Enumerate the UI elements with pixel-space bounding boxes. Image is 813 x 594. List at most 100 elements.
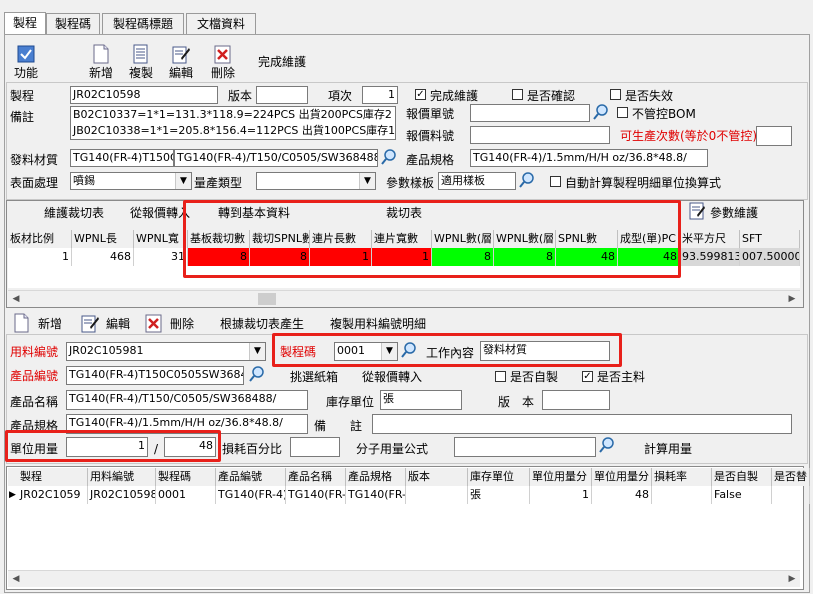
material-new-button[interactable]: 新增 [38,316,62,332]
param-template-field[interactable]: 適用樣板 [438,172,516,190]
param-template-search-icon[interactable] [518,171,536,189]
product-no-field[interactable]: TG140(FR-4)T150C0505SW368488 [66,366,244,385]
stock-unit-field[interactable]: 張 [380,390,462,410]
material-delete-button[interactable]: 刪除 [170,316,194,332]
tab-process-code[interactable]: 製程碼 [46,13,100,35]
material-grid-column-header-0[interactable]: 製程 [18,468,88,486]
scroll-right-icon[interactable]: ▶ [784,291,800,307]
cutting-grid-cell-0[interactable]: 1 [8,248,72,266]
function-button[interactable]: 功能 [10,44,42,81]
tab-process[interactable]: 製程 [4,12,46,36]
material-grid-column-header-12[interactable]: 是否替 [772,468,810,486]
cutting-grid-column-header-0[interactable]: 板材比例 [8,230,72,248]
quote-search-icon[interactable] [592,103,610,121]
cutting-grid-cell-12[interactable]: 007.500000 [740,248,800,266]
product-spec-field[interactable]: TG140(FR-4)/1.5mm/H/H oz/36.8*48.8/ [470,149,708,167]
material-grid-cell-2[interactable]: 0001 [156,486,216,504]
cutting-grid-hscrollbar[interactable]: ◀ ▶ [8,290,800,307]
material-grid-row[interactable]: JR02C1059JR02C105980001TG140(FR-4)1TG140… [8,486,810,504]
cutting-grid-cell-2[interactable]: 31 [134,248,188,266]
product-search-icon[interactable] [248,365,266,383]
material-code-field[interactable]: TG140(FR-4)T150C0 [70,149,174,167]
confirmed-checkbox[interactable] [512,89,523,100]
no-bom-checkbox[interactable] [617,107,628,118]
material-grid-cell-7[interactable]: 張 [468,486,530,504]
material-grid-column-header-5[interactable]: 產品規格 [346,468,406,486]
remark-field[interactable] [372,414,792,434]
quote-item-field[interactable] [470,126,610,144]
material-grid-column-header-2[interactable]: 製程碼 [156,468,216,486]
product-name-field[interactable]: TG140(FR-4)/T150/C0505/SW368488/ [66,390,308,410]
material-from-quote-button[interactable]: 從報價轉入 [362,369,422,385]
process-field[interactable]: JR02C10598 [70,86,218,104]
material-grid-cell-10[interactable] [652,486,712,504]
main-material-checkbox[interactable]: ✓ [582,371,593,382]
item-field[interactable]: 1 [362,86,398,104]
material-no-select[interactable]: JR02C105981 ▼ [66,342,266,361]
material-grid-cell-5[interactable]: TG140(FR-4 [346,486,406,504]
production-times-field[interactable] [756,126,792,146]
material-edit-button[interactable]: 編輯 [106,316,130,332]
material-name-field[interactable]: TG140(FR-4)/T150/C0505/SW368488/ [174,149,378,167]
cutting-grid-column-header-11[interactable]: 米平方尺 [680,230,740,248]
scroll-left-icon[interactable]: ◀ [8,571,24,587]
maintain-cut-table-button[interactable]: 維護裁切表 [44,205,104,221]
material-grid-cell-1[interactable]: JR02C10598 [88,486,156,504]
copy-material-detail-button[interactable]: 複製用料編號明細 [330,316,426,332]
complete-maintenance-button[interactable]: 完成維護 [258,54,306,70]
material-grid-column-header-10[interactable]: 損耗率 [652,468,712,486]
cutting-grid-column-header-12[interactable]: SFT [740,230,800,248]
delete-button[interactable]: 刪除 [208,44,238,81]
material-grid-column-header-3[interactable]: 產品編號 [216,468,286,486]
material-grid-cell-9[interactable]: 48 [592,486,652,504]
quantity-type-select[interactable]: ▼ [256,172,376,190]
material-grid-column-header-8[interactable]: 單位用量分 [530,468,592,486]
material-grid-cell-0[interactable]: JR02C1059 [18,486,88,504]
material-grid-cell-4[interactable]: TG140(FR-4 [286,486,346,504]
formula-search-icon[interactable] [598,436,616,454]
cutting-grid-column-header-2[interactable]: WPNL寬 [134,230,188,248]
surface-treatment-select[interactable]: 噴錫 ▼ [70,172,192,190]
self-made-checkbox[interactable] [495,371,506,382]
new-button[interactable]: 新增 [86,44,116,81]
tab-process-code-title[interactable]: 製程碼標題 [102,13,184,35]
param-maint-button[interactable]: 參數維護 [710,205,758,221]
pick-carton-button[interactable]: 挑選紙箱 [290,369,338,385]
complete-maint-checkbox[interactable]: ✓ [415,89,426,100]
remark-label: 備 註 [314,419,363,433]
material-grid-cell-8[interactable]: 1 [530,486,592,504]
material-grid-cell-11[interactable]: False [712,486,772,504]
material-grid-hscrollbar[interactable]: ◀ ▶ [8,570,800,587]
delete-icon [145,314,162,333]
scroll-thumb[interactable] [258,293,276,305]
version-field[interactable] [256,86,308,104]
edit-button[interactable]: 編輯 [166,44,196,81]
material-grid-column-header-1[interactable]: 用料編號 [88,468,156,486]
cutting-grid-column-header-1[interactable]: WPNL長 [72,230,134,248]
process-code-highlight [272,333,622,367]
from-quote-button[interactable]: 從報價轉入 [130,205,190,221]
material-search-icon[interactable] [380,148,398,166]
copy-button[interactable]: 複製 [126,44,156,81]
material-grid-cell-12[interactable] [772,486,810,504]
quote-no-field[interactable] [470,104,590,122]
loss-pct-field[interactable] [290,437,340,457]
material-grid-cell-3[interactable]: TG140(FR-4)1 [216,486,286,504]
material-grid-column-header-9[interactable]: 單位用量分 [592,468,652,486]
material-version-field[interactable] [542,390,610,410]
cutting-grid-cell-1[interactable]: 468 [72,248,134,266]
scroll-left-icon[interactable]: ◀ [8,291,24,307]
material-grid-column-header-11[interactable]: 是否自製 [712,468,772,486]
generate-from-cut-button[interactable]: 根據裁切表產生 [220,316,304,332]
scroll-right-icon[interactable]: ▶ [784,571,800,587]
numerator-formula-field[interactable] [454,437,596,457]
material-grid-column-header-7[interactable]: 庫存單位 [468,468,530,486]
auto-calc-checkbox[interactable] [550,176,561,187]
material-grid-column-header-6[interactable]: 版本 [406,468,468,486]
material-grid-cell-6[interactable] [406,486,468,504]
tab-documents[interactable]: 文檔資料 [186,13,256,35]
cutting-grid-cell-11[interactable]: 93.599813 [680,248,740,266]
invalid-checkbox[interactable] [610,89,621,100]
notes-field[interactable]: B02C10337=1*1=131.3*118.9=224PCS 出貨200PC… [70,106,396,140]
material-grid-column-header-4[interactable]: 產品名稱 [286,468,346,486]
